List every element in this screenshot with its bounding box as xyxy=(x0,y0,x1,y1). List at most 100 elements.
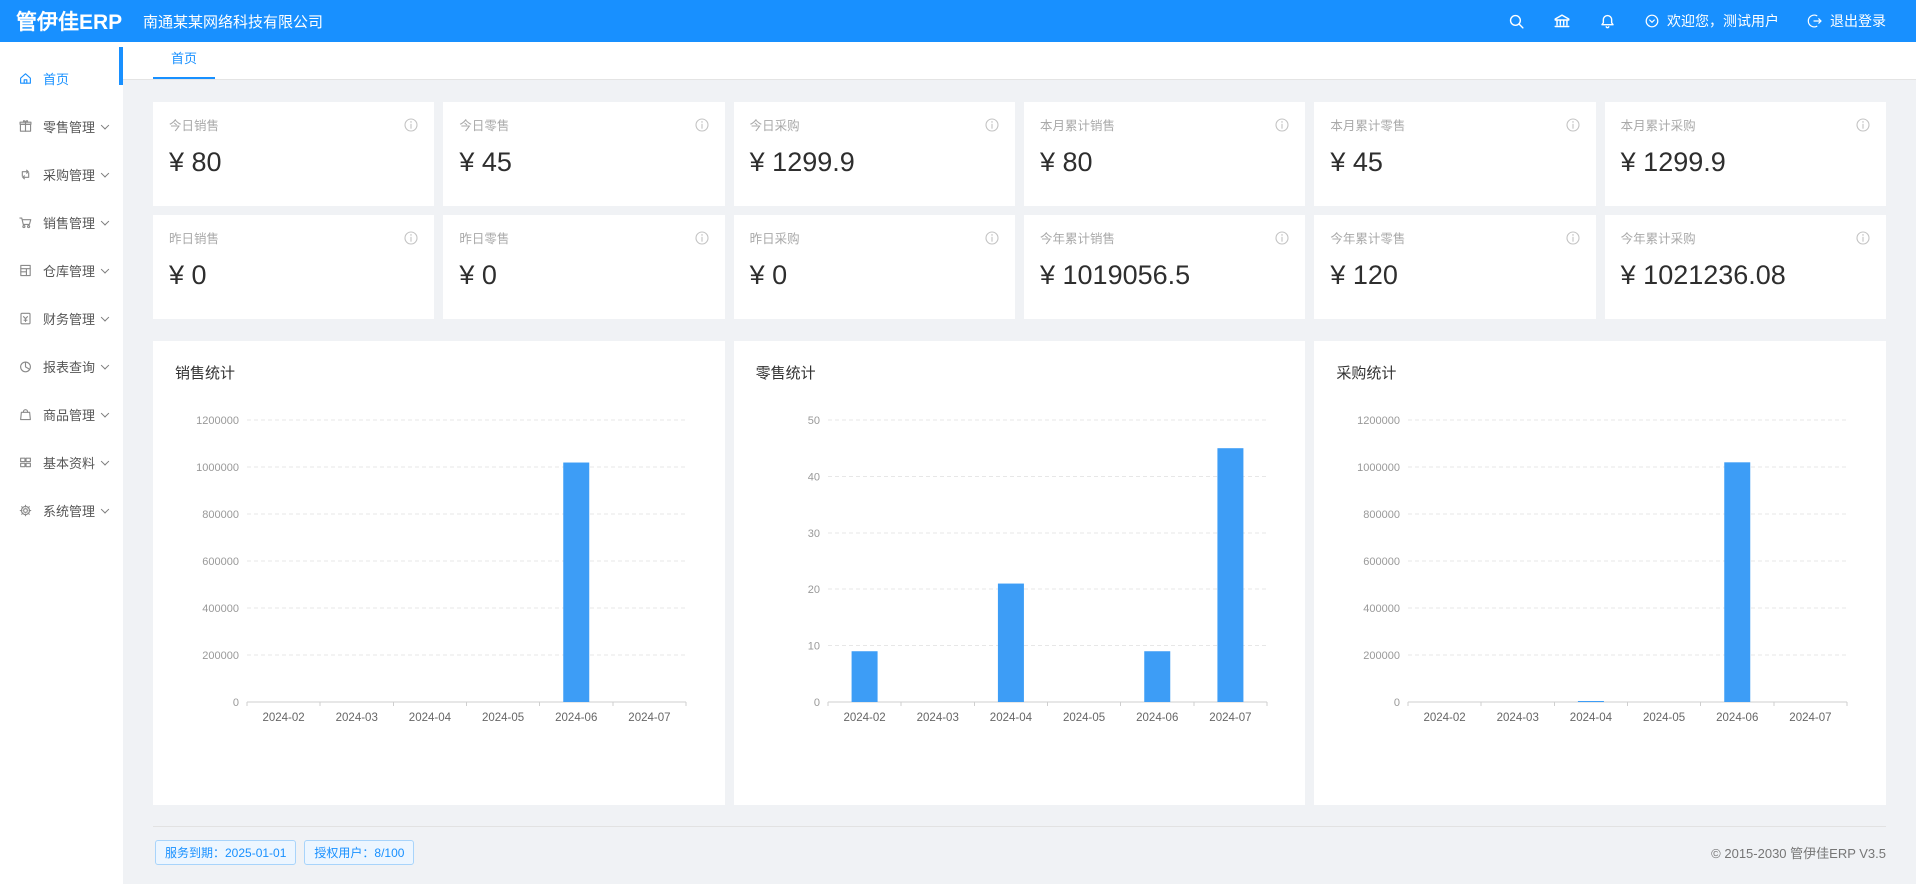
x-tick-label: 2024-02 xyxy=(843,712,885,724)
bank-icon[interactable] xyxy=(1553,12,1571,30)
x-tick-label: 2024-04 xyxy=(1570,712,1613,724)
y-tick-label: 1200000 xyxy=(196,415,239,427)
y-tick-label: 200000 xyxy=(202,650,239,662)
chart-svg-sales[interactable]: 0200000400000600000800000100000012000002… xyxy=(175,387,702,747)
warehouse-icon xyxy=(18,263,33,278)
sidebar-item-report[interactable]: 报表查询 xyxy=(0,342,123,390)
stat-card-value: ¥ 1299.9 xyxy=(750,147,999,178)
y-tick-label: 200000 xyxy=(1364,650,1401,662)
finance-icon xyxy=(18,311,33,326)
x-tick-label: 2024-07 xyxy=(1790,712,1832,724)
stat-card-11: 今年累计采购¥ 1021236.08 xyxy=(1605,215,1886,319)
service-expiry-badge: 服务到期：2025-01-01 xyxy=(155,840,296,865)
stat-card-label: 昨日零售 xyxy=(459,228,509,247)
stat-card-label: 今年累计零售 xyxy=(1330,228,1405,247)
x-tick-label: 2024-06 xyxy=(1716,712,1758,724)
y-tick-label: 40 xyxy=(807,471,819,483)
stat-card-label: 本月累计零售 xyxy=(1330,115,1405,134)
chevron-down-icon xyxy=(101,409,109,417)
sidebar-item-label: 销售管理 xyxy=(43,213,95,232)
x-tick-label: 2024-06 xyxy=(555,712,597,724)
search-icon[interactable] xyxy=(1508,13,1525,30)
stat-card-1: 今日零售¥ 45 xyxy=(443,102,724,206)
bar-2024-07[interactable] xyxy=(1217,448,1243,702)
stat-card-label: 今日采购 xyxy=(750,115,800,134)
info-icon[interactable] xyxy=(695,231,709,245)
info-icon[interactable] xyxy=(985,118,999,132)
info-icon[interactable] xyxy=(1566,118,1580,132)
y-tick-label: 0 xyxy=(814,697,820,709)
sidebar: 首页零售管理采购管理销售管理仓库管理财务管理报表查询商品管理基本资料系统管理 xyxy=(0,42,123,884)
sidebar-item-label: 报表查询 xyxy=(43,357,95,376)
x-tick-label: 2024-05 xyxy=(1063,712,1105,724)
x-tick-label: 2024-05 xyxy=(482,712,524,724)
chevron-down-icon xyxy=(101,361,109,369)
stat-card-3: 本月累计销售¥ 80 xyxy=(1024,102,1305,206)
chevron-down-icon xyxy=(101,505,109,513)
chevron-down-icon xyxy=(101,265,109,273)
sidebar-item-label: 零售管理 xyxy=(43,117,95,136)
sidebar-item-label: 基本资料 xyxy=(43,453,95,472)
y-tick-label: 0 xyxy=(1394,697,1400,709)
sidebar-item-purchase[interactable]: 采购管理 xyxy=(0,150,123,198)
user-dropdown[interactable]: 欢迎您，测试用户 xyxy=(1644,11,1779,31)
info-icon[interactable] xyxy=(404,118,418,132)
x-tick-label: 2024-07 xyxy=(628,712,670,724)
sidebar-item-label: 首页 xyxy=(43,69,69,88)
info-icon[interactable] xyxy=(1275,118,1289,132)
info-icon[interactable] xyxy=(1275,231,1289,245)
stat-card-0: 今日销售¥ 80 xyxy=(153,102,434,206)
stat-cards-grid: 今日销售¥ 80今日零售¥ 45今日采购¥ 1299.9本月累计销售¥ 80本月… xyxy=(153,102,1886,319)
x-tick-label: 2024-03 xyxy=(336,712,378,724)
stat-card-label: 今年累计采购 xyxy=(1621,228,1696,247)
sidebar-item-basic[interactable]: 基本资料 xyxy=(0,438,123,486)
y-tick-label: 400000 xyxy=(1364,603,1401,615)
chart-card-retail: 零售统计010203040502024-022024-032024-042024… xyxy=(734,341,1306,805)
bar-2024-06[interactable] xyxy=(563,463,589,702)
sidebar-item-sales[interactable]: 销售管理 xyxy=(0,198,123,246)
sidebar-item-finance[interactable]: 财务管理 xyxy=(0,294,123,342)
home-icon xyxy=(18,71,33,86)
chevron-down-icon xyxy=(101,313,109,321)
y-tick-label: 50 xyxy=(807,415,819,427)
bell-icon[interactable] xyxy=(1599,13,1616,30)
info-icon[interactable] xyxy=(1856,118,1870,132)
chart-title: 零售统计 xyxy=(756,362,1284,383)
stat-card-label: 今日销售 xyxy=(169,115,219,134)
sidebar-item-warehouse[interactable]: 仓库管理 xyxy=(0,246,123,294)
stat-card-value: ¥ 120 xyxy=(1330,260,1579,291)
bar-2024-02[interactable] xyxy=(851,651,877,702)
sidebar-item-system[interactable]: 系统管理 xyxy=(0,486,123,534)
sidebar-item-home[interactable]: 首页 xyxy=(0,54,123,102)
tab-home[interactable]: 首页 xyxy=(153,43,215,79)
y-tick-label: 600000 xyxy=(1364,556,1401,568)
stat-card-9: 今年累计销售¥ 1019056.5 xyxy=(1024,215,1305,319)
bar-2024-06[interactable] xyxy=(1144,651,1170,702)
info-icon[interactable] xyxy=(404,231,418,245)
bar-2024-06[interactable] xyxy=(1725,462,1751,702)
system-icon xyxy=(18,503,33,518)
chevron-down-icon xyxy=(101,457,109,465)
sidebar-item-retail[interactable]: 零售管理 xyxy=(0,102,123,150)
chart-svg-retail[interactable]: 010203040502024-022024-032024-042024-052… xyxy=(756,387,1283,747)
info-icon[interactable] xyxy=(1856,231,1870,245)
x-tick-label: 2024-06 xyxy=(1136,712,1178,724)
logout-button[interactable]: 退出登录 xyxy=(1807,11,1886,31)
footer: 服务到期：2025-01-01 授权用户：8/100 © 2015-2030 管… xyxy=(153,826,1886,865)
bar-2024-04[interactable] xyxy=(1578,701,1604,702)
chart-svg-purchase[interactable]: 0200000400000600000800000100000012000002… xyxy=(1336,387,1863,747)
sidebar-item-goods[interactable]: 商品管理 xyxy=(0,390,123,438)
x-tick-label: 2024-03 xyxy=(916,712,958,724)
chart-title: 销售统计 xyxy=(175,362,703,383)
chart-card-sales: 销售统计 020000040000060000080000010000001200… xyxy=(153,341,725,805)
x-tick-label: 2024-04 xyxy=(409,712,452,724)
sidebar-item-label: 采购管理 xyxy=(43,165,95,184)
info-icon[interactable] xyxy=(1566,231,1580,245)
info-icon[interactable] xyxy=(695,118,709,132)
stat-card-label: 本月累计销售 xyxy=(1040,115,1115,134)
info-icon[interactable] xyxy=(985,231,999,245)
header-actions: 欢迎您，测试用户 退出登录 xyxy=(1508,11,1916,31)
bar-2024-04[interactable] xyxy=(998,584,1024,702)
y-tick-label: 1200000 xyxy=(1358,415,1401,427)
user-circle-chevron-icon xyxy=(1644,13,1660,29)
